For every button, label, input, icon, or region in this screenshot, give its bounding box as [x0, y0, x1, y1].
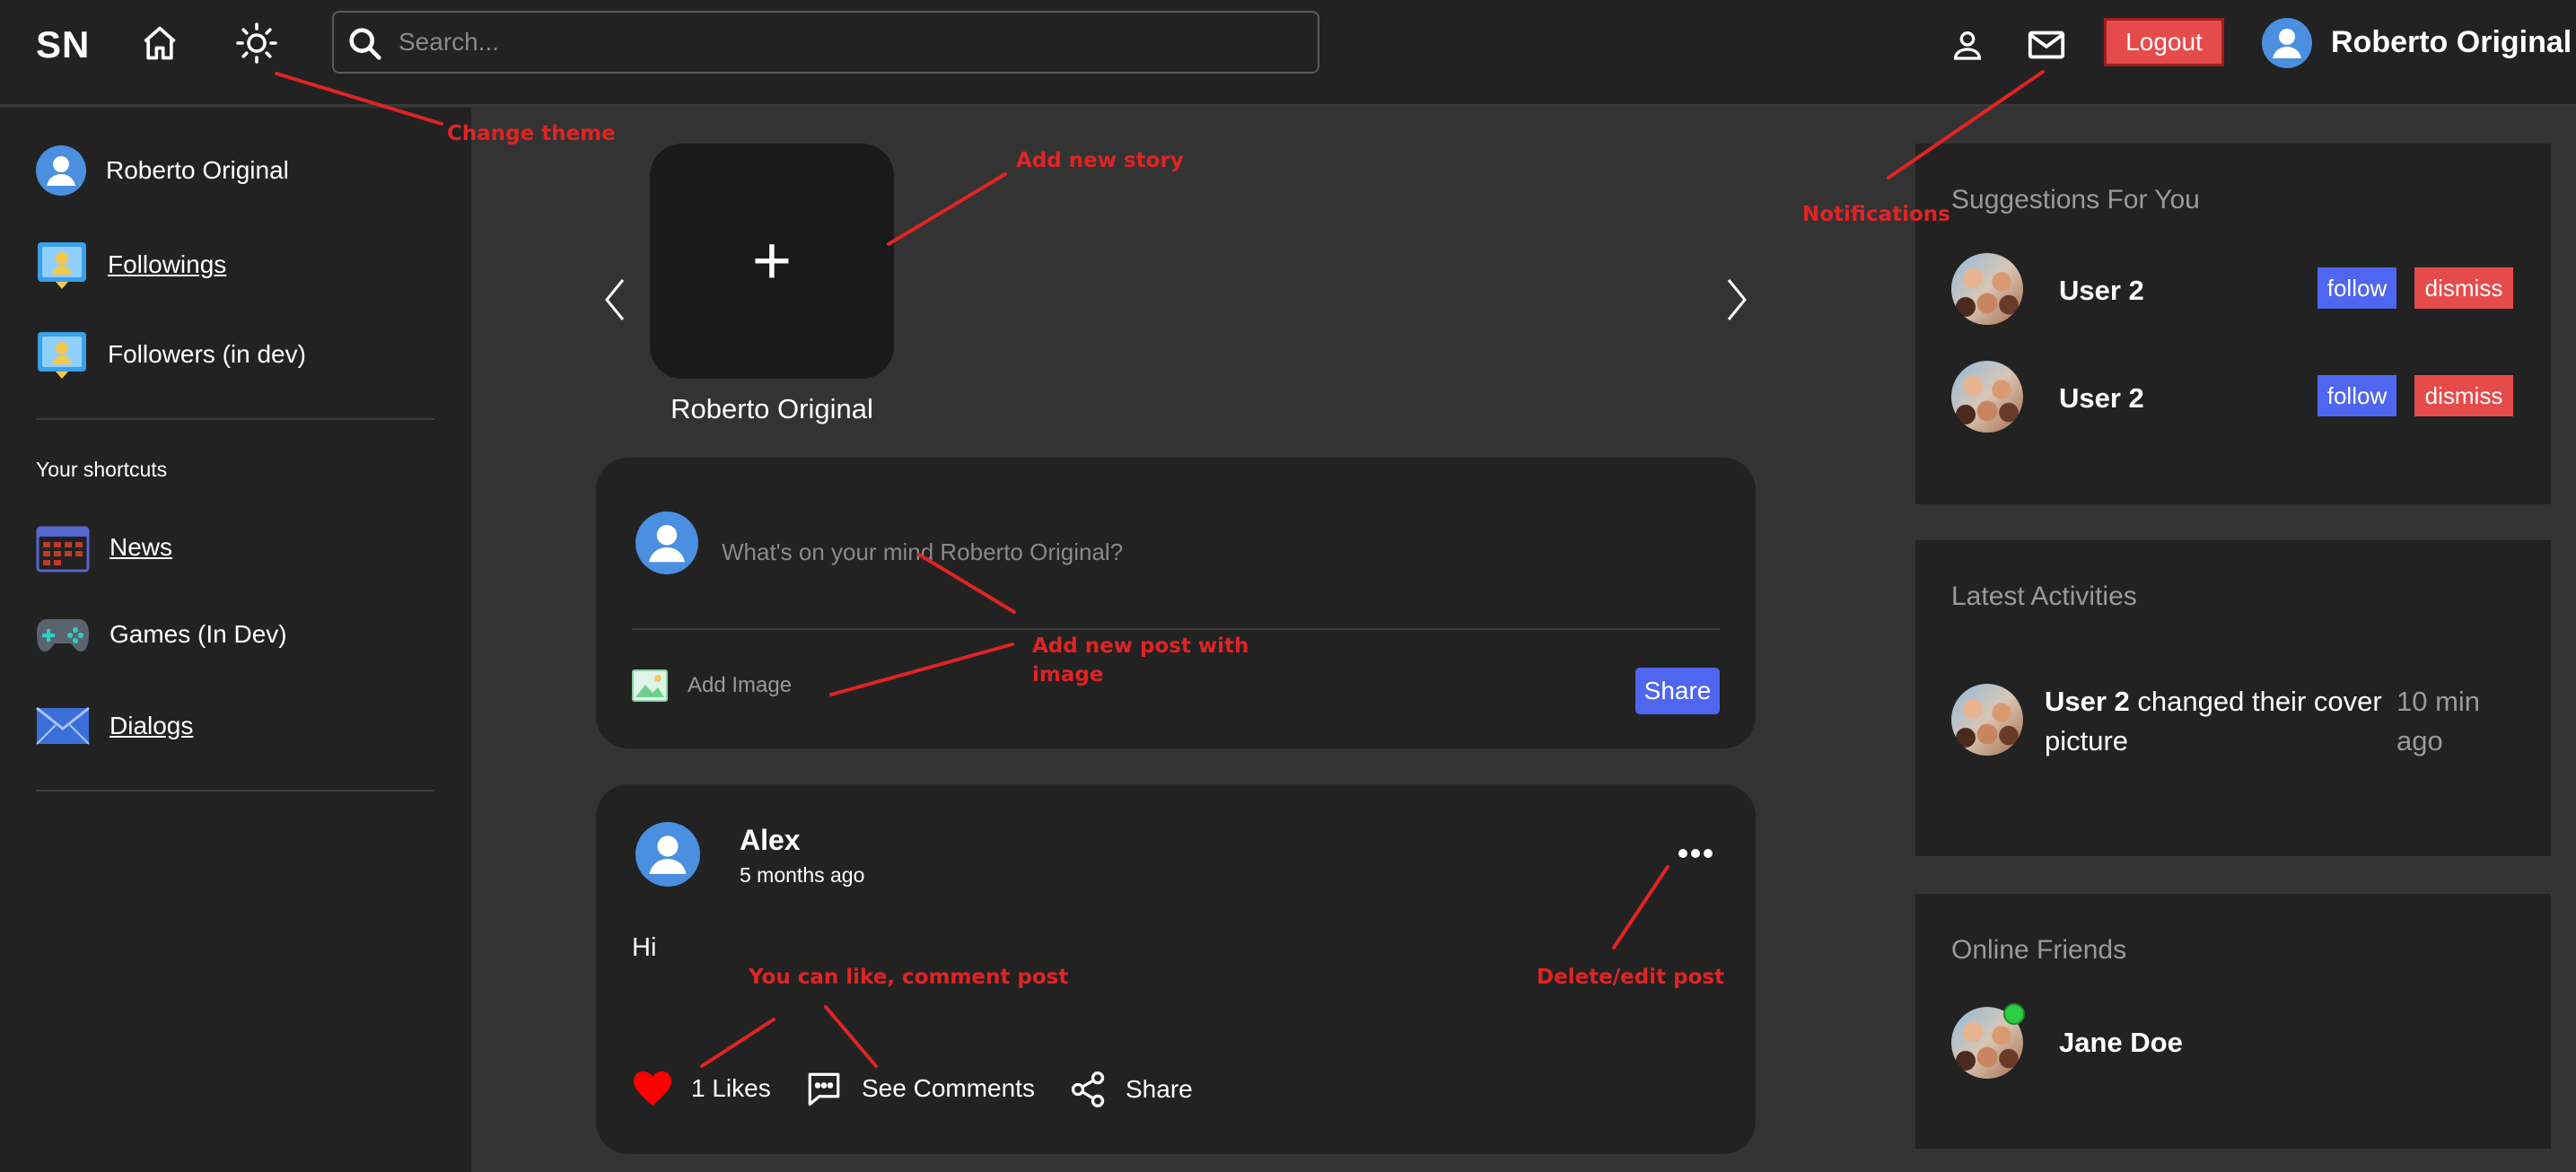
annotation-notifications: Notifications	[1802, 203, 1950, 226]
annotation-add-story: Add new story	[1016, 149, 1184, 172]
annotation-add-post: Add new post with image	[1032, 634, 1249, 687]
annotation-delete-edit: Delete/edit post	[1537, 966, 1725, 989]
annotation-change-theme: Change theme	[447, 122, 616, 145]
annotation-lines	[275, 70, 2045, 1068]
annotation-like-comment: You can like, comment post	[749, 966, 1069, 989]
